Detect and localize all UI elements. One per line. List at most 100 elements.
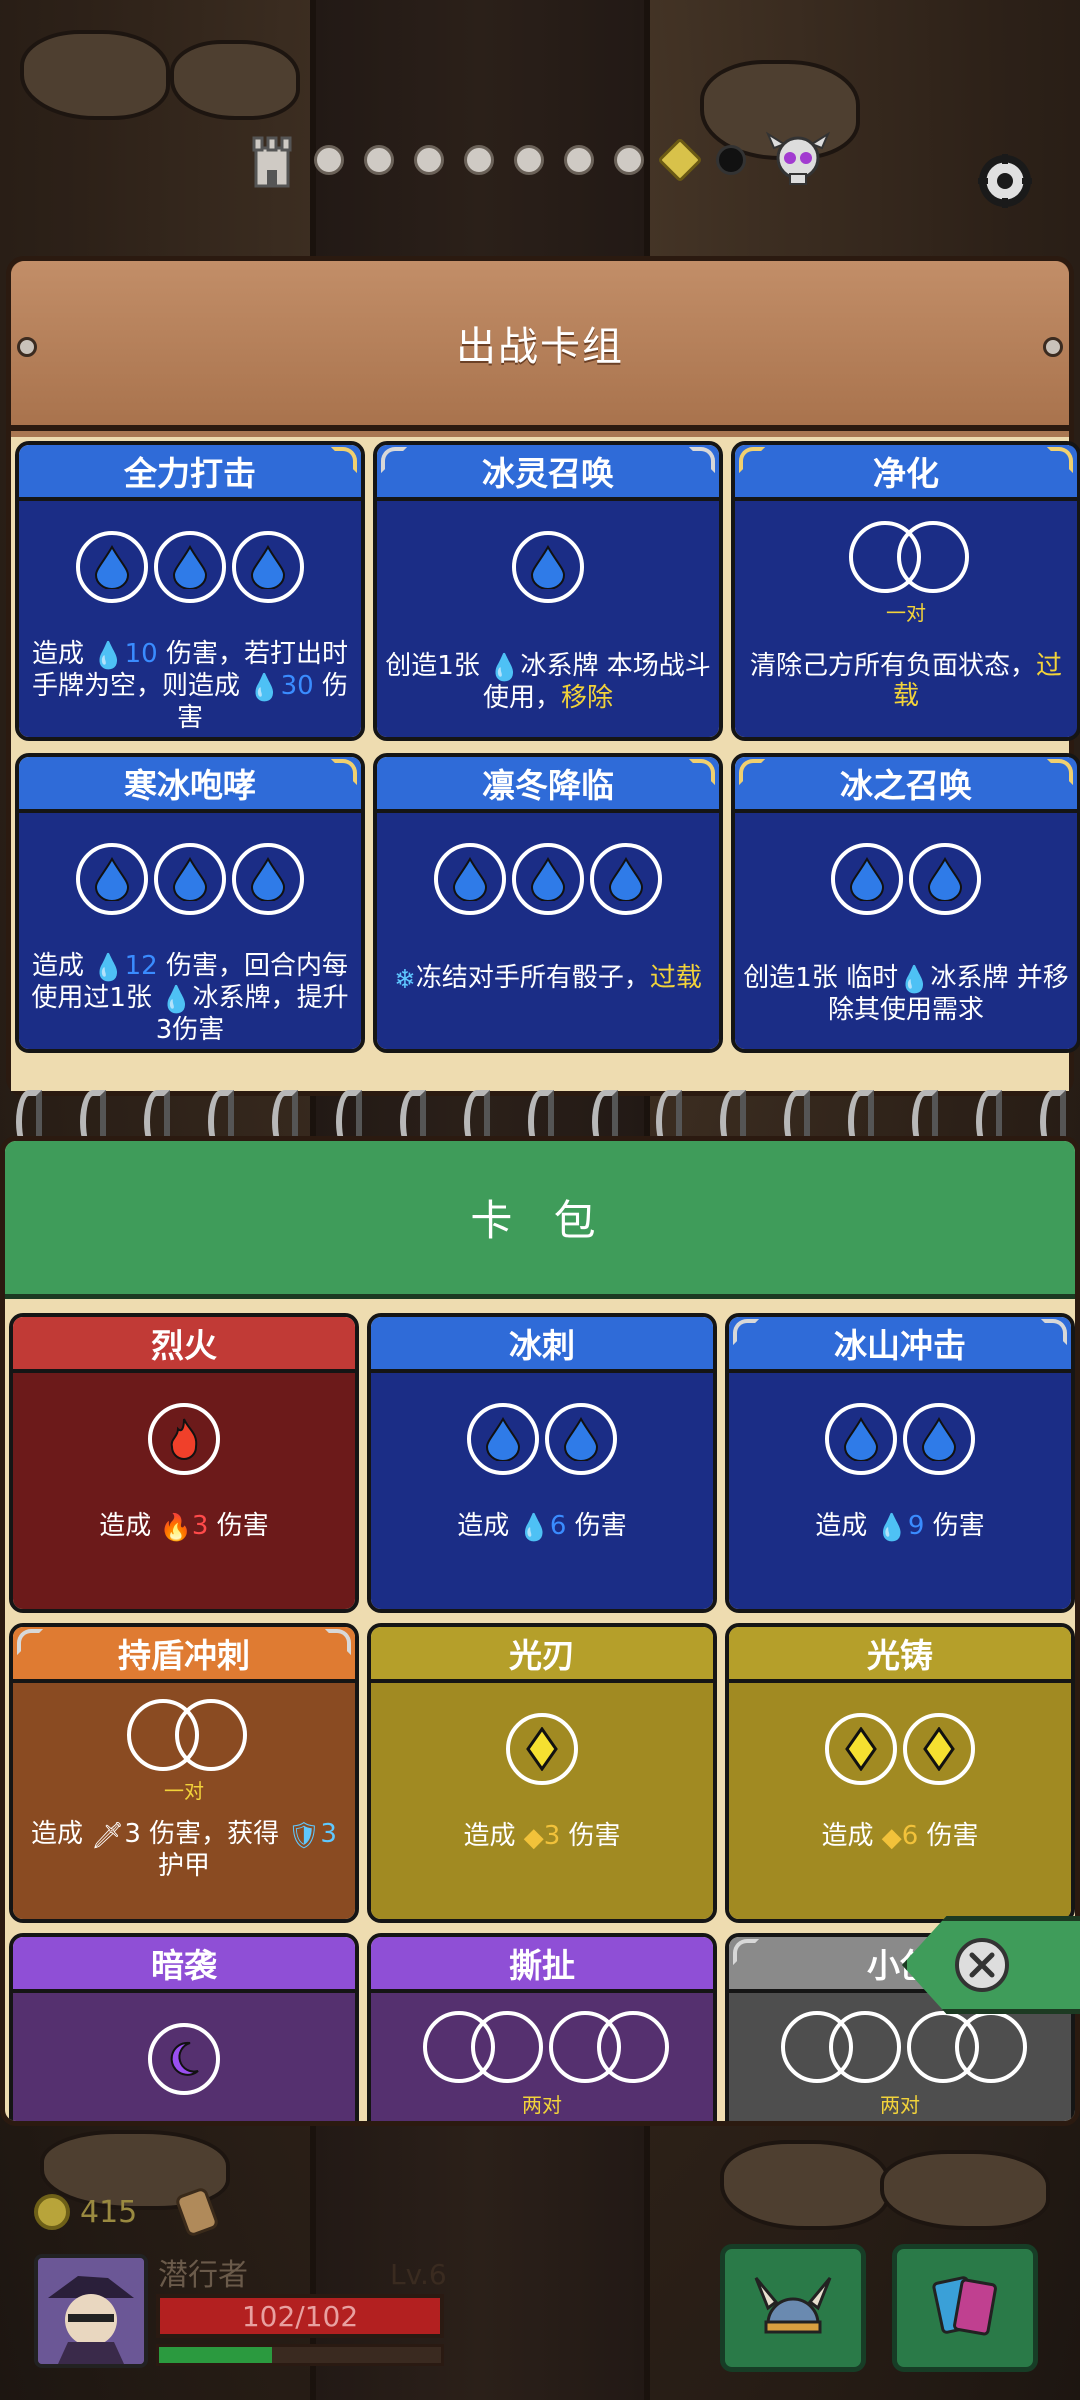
coin-icon <box>34 2194 70 2230</box>
dice-requirement <box>13 2023 355 2095</box>
card-title: 烈火 <box>13 1317 355 1373</box>
dice-requirement <box>729 1713 1071 1785</box>
card-description: 清除己方所有负面状态，过载 <box>749 651 1063 711</box>
card-description: 造成 💧6 伤害 <box>457 1511 627 1543</box>
castle-icon <box>252 136 292 188</box>
nail <box>1043 337 1063 357</box>
player-level: Lv.6 <box>390 2258 447 2291</box>
pack-card[interactable]: 持盾冲刺 一对 造成 🗡3 伤害，获得 🛡3护甲 <box>9 1623 359 1923</box>
water-drop-icon <box>909 843 981 915</box>
moon-icon <box>148 2023 220 2095</box>
pack-card[interactable]: 暗袭 <box>9 1933 359 2121</box>
pack-title: 卡 包 <box>470 1196 610 1245</box>
pack-card[interactable]: 烈火 造成 🔥3 伤害 <box>9 1313 359 1613</box>
dice-requirement <box>19 531 361 603</box>
water-drop-icon: 💧 <box>517 1513 550 1543</box>
dice-requirement <box>371 1713 713 1785</box>
player-name: 潜行者 <box>158 2258 248 2293</box>
card-title: 暗袭 <box>13 1937 355 1993</box>
gear-icon[interactable] <box>970 146 1040 216</box>
card-corner <box>325 1629 351 1655</box>
pack-card[interactable]: 光刃 造成 ◆3 伤害 <box>367 1623 717 1923</box>
deck-card[interactable]: 全力打击 造成 💧10 伤害，若打出时手牌为空，则造成 💧30 伤害 <box>15 441 365 741</box>
avatar[interactable] <box>34 2254 148 2368</box>
dice-requirement <box>19 843 361 915</box>
dice-requirement <box>377 531 719 603</box>
card-description: 造成 💧10 伤害，若打出时手牌为空，则造成 💧30 伤害 <box>32 639 348 733</box>
battle-deck-panel: 出战卡组 全力打击 造成 💧10 伤害，若打出时手牌为空，则造成 💧30 伤害 <box>6 256 1080 1096</box>
sword-icon: 🗡 <box>91 1821 125 1851</box>
card-description: 创造1张 临时💧冰系牌 并移除其使用需求 <box>743 963 1069 1025</box>
diamond-icon <box>903 1713 975 1785</box>
water-drop-icon <box>434 843 506 915</box>
helmet-button[interactable] <box>720 2244 866 2372</box>
deck-card[interactable]: 冰之召唤 创造1张 临时💧冰系牌 并移除其使用需求 <box>731 753 1080 1053</box>
coin-value: 415 <box>80 2194 138 2230</box>
pack-card[interactable]: 撕扯 两对 <box>367 1933 717 2121</box>
water-drop-icon: 💧 <box>92 641 125 671</box>
diamond-icon: ◆ <box>881 1823 902 1853</box>
hp-bar: 102/102 <box>156 2294 444 2338</box>
card-corner <box>689 759 715 785</box>
fire-icon: 🔥 <box>159 1513 192 1543</box>
pack-card[interactable]: 光铸 造成 ◆6 伤害 <box>725 1623 1075 1923</box>
snowflake-icon: ❄ <box>394 965 416 995</box>
card-corner <box>17 1629 43 1655</box>
water-drop-icon <box>76 531 148 603</box>
card-corner <box>1041 1319 1067 1345</box>
water-drop-icon <box>512 843 584 915</box>
card-corner <box>1047 759 1073 785</box>
card-description: 造成 🔥3 伤害 <box>99 1511 269 1543</box>
card-corner <box>331 447 357 473</box>
scroll-icon[interactable] <box>172 2184 222 2240</box>
card-corner <box>1047 447 1073 473</box>
pair-label: 两对 <box>522 2093 562 2117</box>
water-drop-icon: 💧 <box>898 965 931 995</box>
stage-dot <box>614 145 644 175</box>
hp-value: 102/102 <box>241 2299 359 2333</box>
close-icon <box>955 1938 1009 1992</box>
xp-bar <box>156 2344 444 2366</box>
card-corner <box>733 1319 759 1345</box>
card-corner <box>733 1939 759 1965</box>
diamond-icon <box>506 1713 578 1785</box>
pack-card[interactable]: 冰山冲击 造成 💧9 伤害 <box>725 1313 1075 1613</box>
shield-icon: 🛡 <box>287 1821 321 1851</box>
pair-label: 两对 <box>880 2093 920 2117</box>
deck-card[interactable]: 寒冰咆哮 造成 💧12 伤害，回合内每使用过1张 💧冰系牌，提升3伤害 <box>15 753 365 1053</box>
stage-dot-current <box>657 137 703 183</box>
water-drop-icon <box>545 1403 617 1475</box>
pack-card[interactable]: 冰刺 造成 💧6 伤害 <box>367 1313 717 1613</box>
card-description: 造成 💧9 伤害 <box>815 1511 985 1543</box>
card-title: 净化 <box>735 445 1077 501</box>
water-drop-icon <box>903 1403 975 1475</box>
nail <box>17 337 37 357</box>
dice-requirement <box>377 843 719 915</box>
pair-requirement <box>781 2011 901 2083</box>
card-description: 造成 ◆3 伤害 <box>463 1821 621 1853</box>
water-drop-icon: 💧 <box>875 1513 908 1543</box>
water-drop-icon <box>76 843 148 915</box>
stage-dot-locked <box>716 145 746 175</box>
cards-icon <box>932 2276 997 2336</box>
card-title: 冰刺 <box>371 1317 713 1373</box>
stage-dot <box>364 145 394 175</box>
deck-card[interactable]: 净化 一对 清除己方所有负面状态，过载 <box>731 441 1080 741</box>
dice-requirement <box>735 843 1077 915</box>
stage-dot <box>414 145 444 175</box>
deck-card[interactable]: 冰灵召唤 创造1张 💧冰系牌 本场战斗使用，移除 <box>373 441 723 741</box>
card-title: 光铸 <box>729 1627 1071 1683</box>
dice-requirement <box>371 1403 713 1475</box>
pair-requirement <box>423 2011 543 2083</box>
card-corner <box>689 447 715 473</box>
water-drop-icon <box>831 843 903 915</box>
water-drop-icon: 💧 <box>92 953 125 983</box>
deck-card[interactable]: 凛冬降临 ❄冻结对手所有骰子，过载 <box>373 753 723 1053</box>
card-description: 造成 🗡3 伤害，获得 🛡3护甲 <box>31 1819 337 1881</box>
card-title: 撕扯 <box>371 1937 713 1993</box>
cards-button[interactable] <box>892 2244 1038 2372</box>
pair-requirement <box>127 1699 247 1771</box>
stage-dot <box>464 145 494 175</box>
card-description: ❄冻结对手所有骰子，过载 <box>394 963 702 995</box>
stone <box>880 2150 1050 2230</box>
